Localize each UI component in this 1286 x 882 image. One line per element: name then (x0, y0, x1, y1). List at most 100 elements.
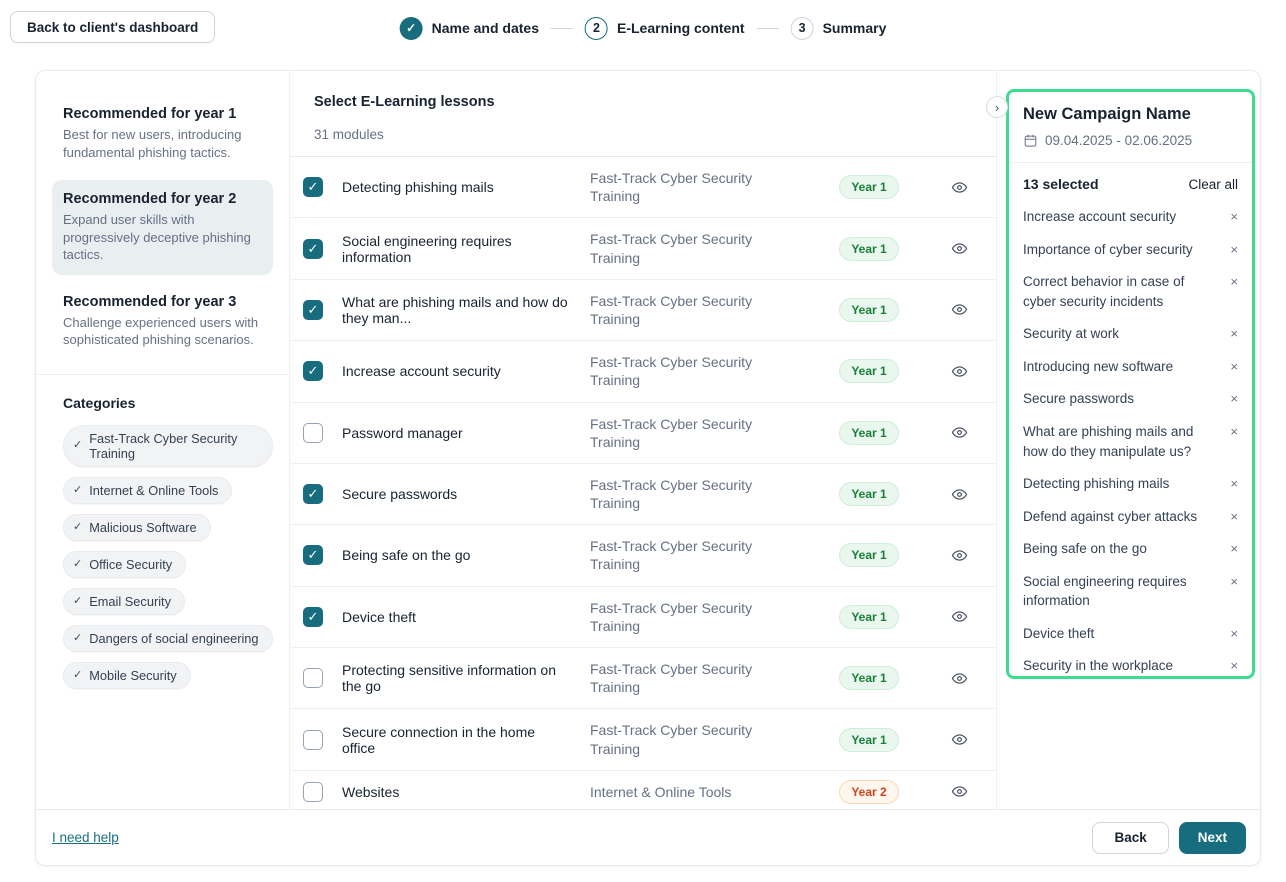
clear-all-button[interactable]: Clear all (1188, 177, 1238, 192)
collapse-panel-button[interactable]: › (986, 96, 1008, 118)
campaign-divider (1009, 162, 1252, 163)
lesson-checkbox[interactable]: ✓ (303, 668, 323, 688)
lesson-title: Websites (342, 784, 571, 800)
remove-item-icon[interactable]: × (1230, 422, 1238, 461)
lesson-row[interactable]: ✓ What are phishing mails and how do the… (290, 280, 996, 341)
back-button[interactable]: Back (1092, 822, 1168, 854)
selected-lesson-item: Importance of cyber security × (1023, 240, 1238, 260)
lesson-checkbox[interactable]: ✓ (303, 239, 323, 259)
remove-item-icon[interactable]: × (1230, 324, 1238, 344)
preview-eye-icon[interactable] (936, 608, 982, 625)
remove-item-icon[interactable]: × (1230, 357, 1238, 377)
category-chip-label: Mobile Security (89, 668, 176, 683)
selected-lesson-item: Secure passwords × (1023, 389, 1238, 409)
chip-check-icon: ✓ (73, 522, 82, 533)
category-chip[interactable]: ✓ Email Security (63, 588, 185, 615)
chip-check-icon: ✓ (73, 670, 82, 681)
lesson-row[interactable]: ✓ Protecting sensitive information on th… (290, 648, 996, 709)
category-chip[interactable]: ✓ Dangers of social engineering (63, 625, 273, 652)
lesson-row[interactable]: ✓ Social engineering requires informatio… (290, 218, 996, 279)
preview-eye-icon[interactable] (936, 731, 982, 748)
lesson-row[interactable]: ✓ Secure connection in the home office F… (290, 709, 996, 770)
remove-item-icon[interactable]: × (1230, 474, 1238, 494)
lesson-checkbox[interactable]: ✓ (303, 782, 323, 802)
selected-lesson-item: Correct behavior in case of cyber securi… (1023, 272, 1238, 311)
back-to-dashboard-button[interactable]: Back to client's dashboard (10, 11, 215, 43)
step-name-and-dates[interactable]: ✓ Name and dates (400, 17, 539, 40)
step-elearning-content[interactable]: 2 E-Learning content (585, 17, 745, 40)
chip-check-icon: ✓ (73, 440, 82, 451)
selected-lesson-label: Security in the workplace (1023, 656, 1173, 676)
remove-item-icon[interactable]: × (1230, 624, 1238, 644)
category-chip[interactable]: ✓ Office Security (63, 551, 186, 578)
remove-item-icon[interactable]: × (1230, 656, 1238, 676)
lesson-checkbox[interactable]: ✓ (303, 423, 323, 443)
preview-eye-icon[interactable] (936, 547, 982, 564)
preview-eye-icon[interactable] (936, 424, 982, 441)
remove-item-icon[interactable]: × (1230, 240, 1238, 260)
lesson-checkbox[interactable]: ✓ (303, 484, 323, 504)
wizard-stepper: ✓ Name and dates 2 E-Learning content 3 … (400, 0, 887, 56)
recommendation-item[interactable]: Recommended for year 2 Expand user skill… (52, 180, 273, 275)
category-chip[interactable]: ✓ Internet & Online Tools (63, 477, 232, 504)
lesson-title: Secure passwords (342, 486, 571, 502)
help-link[interactable]: I need help (52, 830, 119, 845)
lesson-row[interactable]: ✓ Device theft Fast-Track Cyber Security… (290, 587, 996, 648)
lesson-category: Fast-Track Cyber Security Training (590, 595, 802, 639)
lesson-checkbox[interactable]: ✓ (303, 545, 323, 565)
preview-eye-icon[interactable] (936, 240, 982, 257)
lesson-title: Being safe on the go (342, 547, 571, 563)
step-label: E-Learning content (617, 20, 745, 36)
campaign-date-range-row: 09.04.2025 - 02.06.2025 (1023, 133, 1238, 148)
footer-bar: I need help Back Next (36, 809, 1260, 865)
recommendation-item[interactable]: Recommended for year 1 Best for new user… (52, 95, 273, 172)
step-summary[interactable]: 3 Summary (791, 17, 887, 40)
top-bar: Back to client's dashboard ✓ Name and da… (0, 0, 1286, 56)
recommendation-item[interactable]: Recommended for year 3 Challenge experie… (52, 283, 273, 360)
remove-item-icon[interactable]: × (1230, 207, 1238, 227)
selected-lesson-label: Device theft (1023, 624, 1094, 644)
year-badge: Year 1 (839, 605, 898, 629)
remove-item-icon[interactable]: × (1230, 389, 1238, 409)
next-button[interactable]: Next (1179, 822, 1246, 854)
preview-eye-icon[interactable] (936, 783, 982, 800)
selected-lesson-item: Introducing new software × (1023, 357, 1238, 377)
lesson-title: Secure connection in the home office (342, 724, 571, 756)
campaign-name: New Campaign Name (1023, 105, 1238, 124)
lesson-row[interactable]: ✓ Secure passwords Fast-Track Cyber Secu… (290, 464, 996, 525)
year-badge: Year 1 (839, 543, 898, 567)
preview-eye-icon[interactable] (936, 670, 982, 687)
chip-check-icon: ✓ (73, 633, 82, 644)
lesson-checkbox[interactable]: ✓ (303, 607, 323, 627)
lesson-row[interactable]: ✓ Websites Internet & Online Tools Year … (290, 771, 996, 809)
preview-eye-icon[interactable] (936, 363, 982, 380)
lesson-checkbox[interactable]: ✓ (303, 361, 323, 381)
lesson-row[interactable]: ✓ Detecting phishing mails Fast-Track Cy… (290, 157, 996, 218)
lesson-row[interactable]: ✓ Increase account security Fast-Track C… (290, 341, 996, 402)
remove-item-icon[interactable]: × (1230, 272, 1238, 311)
lesson-checkbox[interactable]: ✓ (303, 177, 323, 197)
category-chip[interactable]: ✓ Mobile Security (63, 662, 191, 689)
lesson-title: Protecting sensitive information on the … (342, 662, 571, 694)
lesson-category: Fast-Track Cyber Security Training (590, 288, 802, 332)
step-label: Summary (823, 20, 887, 36)
remove-item-icon[interactable]: × (1230, 539, 1238, 559)
remove-item-icon[interactable]: × (1230, 572, 1238, 611)
lesson-category: Fast-Track Cyber Security Training (590, 717, 802, 761)
selection-header: 13 selected Clear all (1023, 176, 1238, 192)
preview-eye-icon[interactable] (936, 301, 982, 318)
preview-eye-icon[interactable] (936, 179, 982, 196)
lesson-title: Device theft (342, 609, 571, 625)
lessons-module-count: 31 modules (314, 127, 972, 156)
preview-eye-icon[interactable] (936, 486, 982, 503)
lesson-row[interactable]: ✓ Password manager Fast-Track Cyber Secu… (290, 403, 996, 464)
lesson-checkbox[interactable]: ✓ (303, 730, 323, 750)
step-number: 3 (791, 17, 814, 40)
remove-item-icon[interactable]: × (1230, 507, 1238, 527)
recommendations-sidebar: Recommended for year 1 Best for new user… (36, 71, 290, 809)
lesson-row[interactable]: ✓ Being safe on the go Fast-Track Cyber … (290, 525, 996, 586)
category-chip[interactable]: ✓ Malicious Software (63, 514, 211, 541)
lesson-checkbox[interactable]: ✓ (303, 300, 323, 320)
category-chip[interactable]: ✓ Fast-Track Cyber Security Training (63, 425, 273, 467)
chip-check-icon: ✓ (73, 559, 82, 570)
